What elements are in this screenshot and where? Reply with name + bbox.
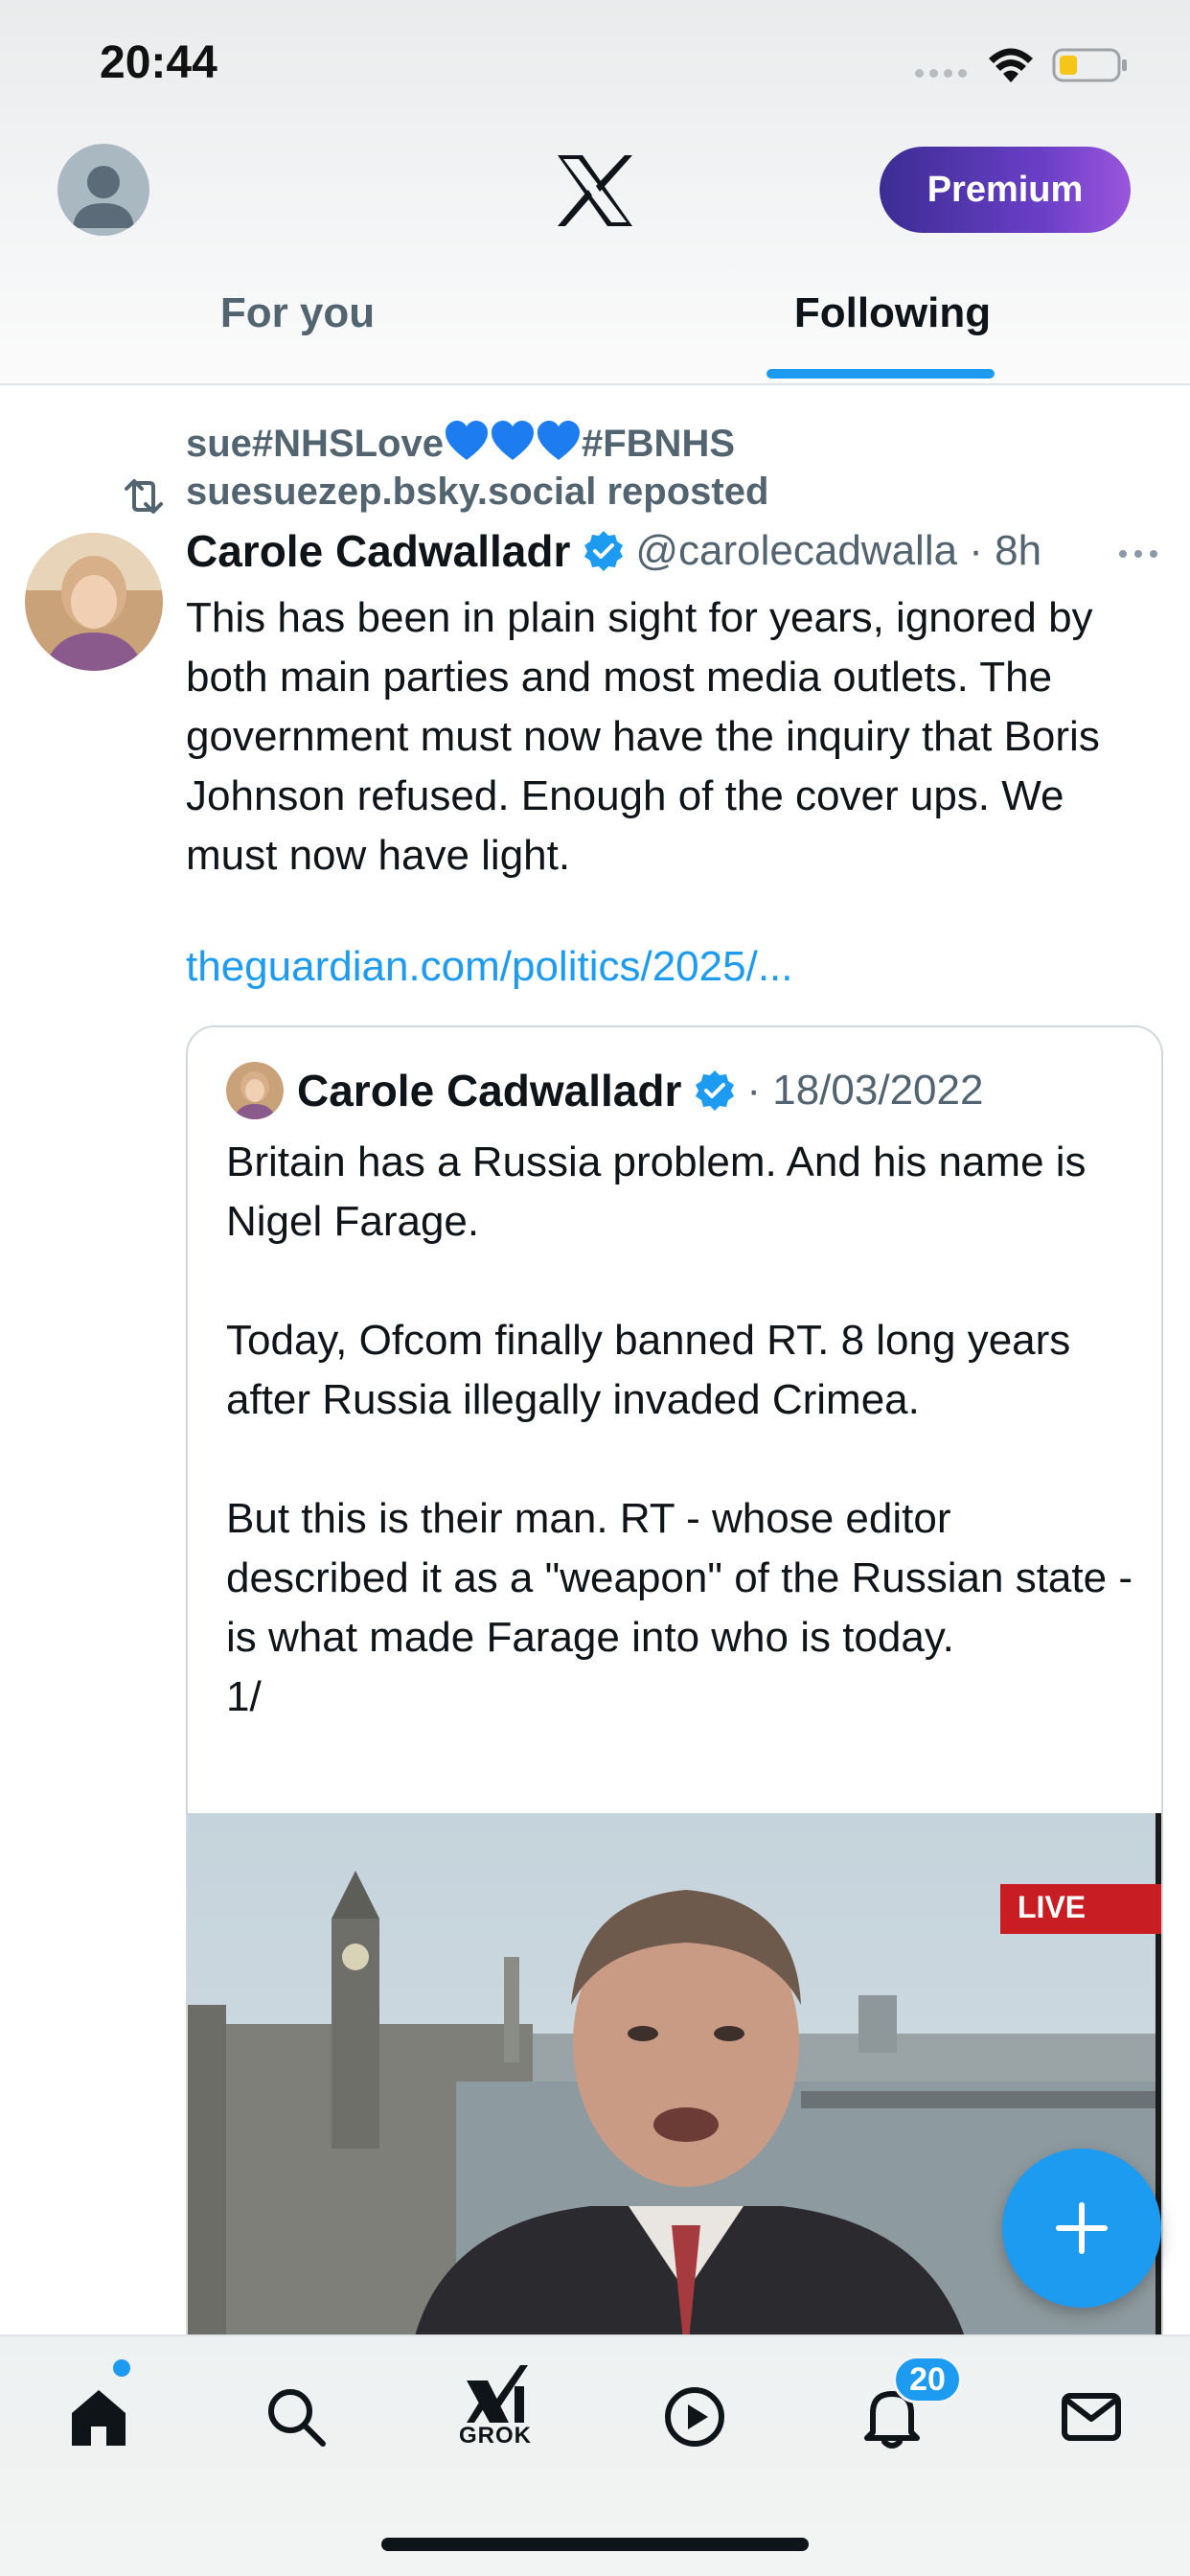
more-icon[interactable] xyxy=(1115,544,1161,564)
verified-icon xyxy=(584,531,624,571)
quoted-tweet-text: Britain has a Russia problem. And his na… xyxy=(226,1138,1133,1720)
quoted-tweet-card[interactable]: Carole Cadwalladr · 18/03/2022 Britain h… xyxy=(186,1025,1163,2367)
nav-messages[interactable] xyxy=(1048,2382,1134,2469)
wifi-icon xyxy=(989,48,1033,82)
quoted-author-row: Carole Cadwalladr · 18/03/2022 xyxy=(226,1062,983,1119)
battery-icon xyxy=(1052,48,1127,82)
active-tab-indicator xyxy=(767,369,995,379)
grok-icon xyxy=(467,2365,528,2423)
app-header: 20:44 Premium For you Following xyxy=(0,0,1190,383)
handle-and-time[interactable]: @carolecadwalla · 8h xyxy=(635,527,1041,575)
profile-avatar[interactable] xyxy=(57,144,149,236)
tab-following[interactable]: Following xyxy=(595,278,1190,383)
home-icon xyxy=(72,2390,126,2446)
timeline-tabs: For you Following xyxy=(0,278,1190,383)
nav-video[interactable] xyxy=(652,2382,738,2469)
nav-grok[interactable]: GROK xyxy=(452,2363,538,2450)
search-icon xyxy=(268,2389,326,2447)
quoted-date: · 18/03/2022 xyxy=(746,1067,984,1114)
compose-button[interactable] xyxy=(1002,2149,1161,2308)
author-name[interactable]: Carole Cadwalladr xyxy=(186,525,570,577)
home-indicator[interactable] xyxy=(381,2538,809,2551)
repost-attribution[interactable]: sue#NHSLove #FBNHS suesuezep.bsky.social … xyxy=(186,420,768,516)
premium-button[interactable]: Premium xyxy=(880,147,1131,233)
repost-line2: suesuezep.bsky.social reposted xyxy=(186,471,769,513)
blue-heart-icon xyxy=(491,421,534,460)
x-logo-icon[interactable] xyxy=(554,153,636,228)
plus-icon xyxy=(1056,2202,1108,2254)
default-avatar-icon xyxy=(73,166,134,228)
tweet-text: This has been in plain sight for years, … xyxy=(186,594,1100,879)
messages-icon xyxy=(1062,2393,1121,2441)
nav-home[interactable] xyxy=(56,2382,142,2469)
status-time: 20:44 xyxy=(100,37,217,88)
grok-label: GROK xyxy=(459,2423,532,2449)
repost-user-prefix: sue#NHSLove xyxy=(186,423,444,465)
tweet-author-row: Carole Cadwalladr @carolecadwalla · 8h xyxy=(186,525,1041,577)
video-icon xyxy=(665,2387,724,2447)
quoted-author-name: Carole Cadwalladr xyxy=(297,1066,682,1116)
blue-heart-icon xyxy=(445,421,488,460)
divider xyxy=(0,383,1190,385)
cellular-signal-icon xyxy=(915,69,967,78)
notification-count-badge: 20 xyxy=(893,2356,962,2404)
author-photo xyxy=(25,533,163,671)
tab-for-you-label: For you xyxy=(219,289,376,336)
tweet-link[interactable]: theguardian.com/politics/2025/... xyxy=(186,943,793,991)
quoted-author-avatar xyxy=(226,1062,284,1119)
blue-heart-icon xyxy=(537,421,580,460)
repost-user-suffix: #FBNHS xyxy=(581,423,736,465)
quoted-media-image[interactable]: LIVE xyxy=(188,1813,1161,2365)
author-avatar[interactable] xyxy=(25,533,163,671)
nav-search[interactable] xyxy=(253,2382,339,2469)
verified-icon xyxy=(696,1070,735,1111)
tab-for-you[interactable]: For you xyxy=(0,278,595,383)
live-badge: LIVE xyxy=(1000,1884,1161,1934)
home-unread-dot xyxy=(113,2359,130,2377)
repost-icon xyxy=(125,479,163,514)
